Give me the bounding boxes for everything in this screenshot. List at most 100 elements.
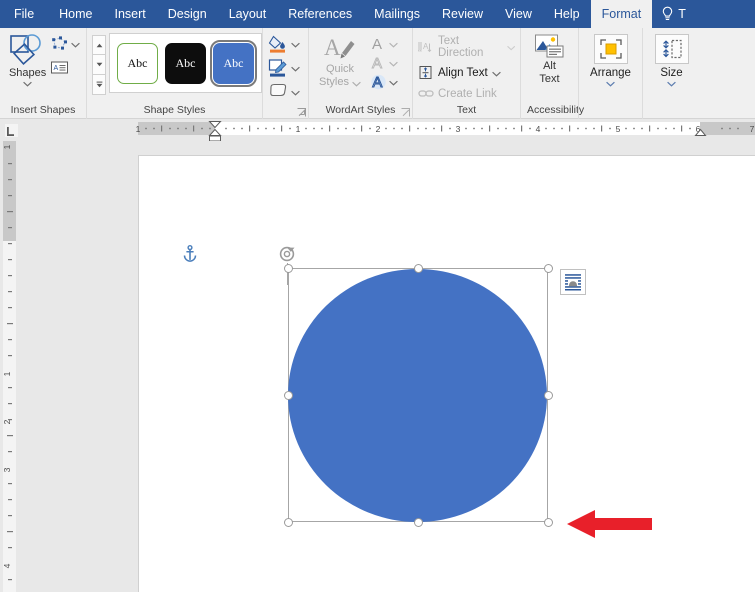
handle-top-right[interactable] (544, 264, 553, 273)
chevron-down-icon (71, 42, 80, 48)
tab-help-label: Help (554, 7, 580, 21)
svg-text:1: 1 (296, 124, 301, 134)
styles-scroll-down-button[interactable] (92, 55, 106, 75)
shapes-gallery-icon (8, 32, 48, 66)
handle-bottom-center[interactable] (414, 518, 423, 527)
tab-review[interactable]: Review (431, 0, 494, 28)
vertical-ruler[interactable]: 1 1 3 4 x 1 2 (0, 141, 22, 592)
create-link-button[interactable]: Create Link (418, 86, 515, 101)
dialog-launcher-icon[interactable] (401, 108, 410, 117)
group-title-wordart: WordArt Styles (309, 103, 412, 119)
svg-text:1: 1 (2, 144, 12, 149)
edit-shape-button[interactable] (50, 35, 80, 52)
text-direction-button[interactable]: A Text Direction (418, 35, 515, 59)
rotate-handle-icon[interactable] (278, 244, 298, 264)
styles-scroll-up-button[interactable] (92, 35, 106, 55)
chevron-down-icon (389, 80, 398, 86)
text-effects-button[interactable]: A (370, 73, 398, 90)
shape-effects-button[interactable] (268, 82, 300, 101)
arrange-button[interactable]: Arrange (584, 31, 637, 87)
handle-top-left[interactable] (284, 264, 293, 273)
swatch-label: Abc (224, 56, 244, 71)
tab-home-label: Home (59, 7, 92, 21)
alt-text-button[interactable]: Alt Text (526, 31, 573, 85)
chevron-down-icon (291, 66, 300, 72)
ribbon-group-shape-styles: Abc Abc Abc Shape Styles (86, 28, 262, 119)
handle-middle-right[interactable] (544, 391, 553, 400)
chevron-down-icon (291, 90, 300, 96)
shape-outline-icon (268, 58, 288, 77)
swatch-label: Abc (176, 56, 196, 71)
size-button[interactable]: Size (648, 31, 695, 87)
svg-text:1: 1 (136, 124, 141, 134)
tab-stop-selector[interactable] (0, 119, 22, 141)
handle-middle-left[interactable] (284, 391, 293, 400)
svg-text:3: 3 (2, 467, 12, 472)
align-text-label: Align Text (438, 67, 488, 79)
text-outline-button[interactable]: A (370, 54, 398, 71)
text-direction-icon: A (418, 40, 434, 55)
shape-style-swatch-2[interactable]: Abc (165, 43, 206, 84)
tab-help[interactable]: Help (543, 0, 591, 28)
layout-options-button[interactable] (560, 269, 586, 295)
svg-text:7: 7 (750, 124, 755, 134)
tab-view[interactable]: View (494, 0, 543, 28)
ribbon-group-text: A Text Direction (412, 28, 520, 119)
tab-design[interactable]: Design (157, 0, 218, 28)
word-window: File Home Insert Design Layout Reference… (0, 0, 755, 592)
shapes-label: Shapes (9, 67, 46, 79)
shape-style-swatch-3-selected[interactable]: Abc (213, 43, 254, 84)
alt-text-icon (534, 33, 565, 60)
size-label: Size (660, 67, 682, 79)
left-tab-stop-icon (5, 126, 16, 137)
chevron-down-icon (507, 45, 515, 51)
tab-references[interactable]: References (277, 0, 363, 28)
tab-references-label: References (288, 7, 352, 21)
create-link-icon (418, 86, 434, 101)
shape-outline-button[interactable] (268, 58, 300, 77)
handle-bottom-right[interactable] (544, 518, 553, 527)
tab-home[interactable]: Home (48, 0, 103, 28)
align-text-button[interactable]: Align Text (418, 65, 515, 80)
blue-circle-shape[interactable] (288, 269, 547, 522)
tab-format[interactable]: Format (591, 0, 653, 28)
text-fill-button[interactable]: A (370, 35, 398, 52)
svg-text:3: 3 (456, 124, 461, 134)
handle-bottom-left[interactable] (284, 518, 293, 527)
tab-file[interactable]: File (0, 0, 48, 28)
handle-top-center[interactable] (414, 264, 423, 273)
text-direction-label: Text Direction (438, 35, 503, 59)
draw-text-box-button[interactable]: A (50, 59, 69, 76)
alt-text-line1: Alt (543, 60, 556, 73)
tell-me-search[interactable]: T (652, 0, 695, 28)
group-title-shape-styles: Shape Styles (87, 103, 262, 119)
document-canvas[interactable] (22, 141, 755, 592)
dialog-launcher-icon[interactable] (297, 108, 306, 117)
ribbon-group-arrange: Arrange (578, 28, 642, 119)
group-title-size (643, 103, 700, 119)
lightbulb-icon (661, 6, 674, 22)
shape-fill-button[interactable] (268, 34, 300, 53)
shapes-gallery-button[interactable]: Shapes (5, 31, 50, 87)
wordart-quick-styles-button[interactable]: A Quick Styles (314, 33, 366, 89)
tab-layout[interactable]: Layout (218, 0, 278, 28)
horizontal-ruler[interactable]: 1 1 2 3 4 5 6 7 (0, 119, 755, 141)
styles-more-button[interactable] (92, 75, 106, 95)
document-page[interactable] (138, 155, 755, 592)
shape-style-swatch-1[interactable]: Abc (117, 43, 158, 84)
swatch-label: Abc (128, 56, 148, 71)
text-outline-icon: A (370, 54, 387, 71)
shape-styles-gallery[interactable]: Abc Abc Abc (109, 33, 262, 93)
tab-insert[interactable]: Insert (104, 0, 157, 28)
tab-insert-label: Insert (115, 7, 146, 21)
svg-text:5: 5 (616, 124, 621, 134)
ribbon-tab-bar: File Home Insert Design Layout Reference… (0, 0, 755, 28)
tab-mailings[interactable]: Mailings (363, 0, 431, 28)
group-title-arrange (579, 103, 642, 119)
svg-text:1: 1 (2, 371, 12, 376)
alt-text-line2: Text (539, 73, 559, 86)
red-arrow-annotation (554, 504, 664, 544)
tab-design-label: Design (168, 7, 207, 21)
svg-text:A: A (372, 36, 382, 52)
svg-text:2: 2 (376, 124, 381, 134)
